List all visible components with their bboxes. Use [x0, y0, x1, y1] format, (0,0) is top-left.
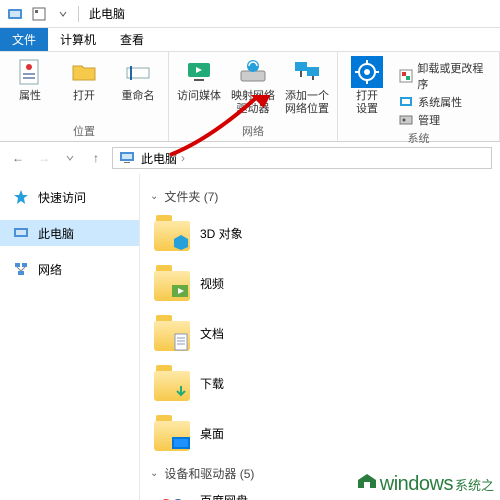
content-pane: ⌄ 文件夹 (7) 3D 对象 视频 [140, 174, 500, 500]
chevron-down-icon: ⌄ [150, 468, 158, 479]
system-actions-list: 卸载或更改程序 系统属性 管理 [398, 56, 491, 128]
folder-documents[interactable]: 文档 [150, 311, 310, 355]
folder-icon [154, 415, 190, 451]
properties-label: 属性 [19, 90, 41, 103]
open-button[interactable]: 打开 [62, 56, 106, 103]
tab-view[interactable]: 查看 [108, 28, 156, 51]
section-title: 设备和驱动器 (5) [164, 465, 254, 482]
open-settings-button[interactable]: 打开 设置 [346, 56, 388, 116]
ribbon: 属性 打开 重命名 位置 访问媒体 [0, 52, 500, 142]
baidu-netdisk-icon [154, 492, 190, 500]
drive-baidu[interactable]: 百度网盘 双击运行百度网盘 [150, 488, 350, 500]
uninstall-icon [398, 68, 413, 84]
ribbon-group-network: 访问媒体 映射网络 驱动器 添加一个 网络位置 网络 [169, 52, 338, 141]
folder-3d-objects[interactable]: 3D 对象 [150, 211, 310, 255]
qat-dropdown-icon[interactable] [52, 3, 74, 25]
nav-up-button[interactable]: ↑ [86, 148, 106, 168]
manage-item[interactable]: 管理 [398, 112, 491, 128]
window-title: 此电脑 [89, 5, 125, 22]
navigation-pane: 快速访问 此电脑 网络 [0, 174, 140, 500]
sidebar-quick-access[interactable]: 快速访问 [0, 184, 139, 210]
system-props-label: 系统属性 [418, 94, 462, 110]
qat-item-icon[interactable] [28, 3, 50, 25]
star-icon [12, 188, 30, 206]
properties-button[interactable]: 属性 [8, 56, 52, 103]
folder-icon [154, 265, 190, 301]
nav-recent-dropdown[interactable] [60, 148, 80, 168]
sidebar-network[interactable]: 网络 [0, 256, 139, 282]
sidebar-this-pc[interactable]: 此电脑 [0, 220, 139, 246]
map-drive-button[interactable]: 映射网络 驱动器 [231, 56, 275, 116]
watermark-brand: windows [380, 473, 453, 496]
folder-label: 3D 对象 [200, 225, 243, 242]
add-network-location-button[interactable]: 添加一个 网络位置 [285, 56, 329, 116]
ribbon-group-system: 打开 设置 卸载或更改程序 系统属性 管理 系统 [338, 52, 500, 141]
tab-file[interactable]: 文件 [0, 28, 48, 51]
folder-icon [154, 315, 190, 351]
group-label-location: 位置 [73, 123, 95, 139]
section-title: 文件夹 (7) [164, 188, 218, 205]
sidebar-item-label: 此电脑 [38, 225, 74, 242]
watermark-suffix: 系统之 [455, 475, 494, 494]
folder-label: 文档 [200, 325, 224, 342]
access-media-button[interactable]: 访问媒体 [177, 56, 221, 103]
properties-icon [14, 56, 46, 88]
chevron-right-icon: › [181, 151, 185, 165]
nav-back-button[interactable]: ← [8, 148, 28, 168]
add-network-icon [291, 56, 323, 88]
folder-label: 桌面 [200, 425, 224, 442]
explorer-body: 快速访问 此电脑 网络 ⌄ 文件夹 (7) 3D 对象 [0, 174, 500, 500]
chevron-down-icon: ⌄ [150, 191, 158, 202]
watermark-logo-icon [356, 468, 378, 490]
group-label-system: 系统 [408, 130, 430, 146]
address-field[interactable]: 此电脑 › [112, 147, 492, 169]
ribbon-tabs: 文件 计算机 查看 [0, 28, 500, 52]
manage-label: 管理 [418, 112, 440, 128]
sidebar-item-label: 网络 [38, 261, 62, 278]
folders-section-header[interactable]: ⌄ 文件夹 (7) [150, 188, 490, 205]
pc-icon [12, 224, 30, 242]
system-props-icon [398, 94, 414, 110]
nav-forward-button[interactable]: → [34, 148, 54, 168]
system-properties-item[interactable]: 系统属性 [398, 94, 491, 110]
group-label-network: 网络 [242, 123, 264, 139]
map-drive-icon [237, 56, 269, 88]
add-network-label: 添加一个 网络位置 [285, 90, 329, 116]
quick-access-toolbar [4, 3, 74, 25]
rename-button[interactable]: 重命名 [116, 56, 160, 103]
open-folder-icon [68, 56, 100, 88]
media-icon [183, 56, 215, 88]
folder-downloads[interactable]: 下载 [150, 361, 310, 405]
watermark: windows 系统之 [356, 468, 494, 496]
pc-icon [119, 149, 135, 168]
open-settings-label: 打开 设置 [356, 90, 378, 116]
title-bar: 此电脑 [0, 0, 500, 28]
folder-label: 下载 [200, 375, 224, 392]
drive-label: 百度网盘 [200, 492, 346, 500]
breadcrumb-label: 此电脑 [141, 150, 177, 167]
breadcrumb-root[interactable]: 此电脑 › [141, 150, 185, 167]
folder-desktop[interactable]: 桌面 [150, 411, 310, 455]
folder-icon [154, 215, 190, 251]
folder-label: 视频 [200, 275, 224, 292]
manage-icon [398, 112, 414, 128]
folders-grid: 3D 对象 视频 文档 [150, 211, 490, 455]
access-media-label: 访问媒体 [177, 90, 221, 103]
open-label: 打开 [73, 90, 95, 103]
separator [78, 6, 79, 22]
app-icon[interactable] [4, 3, 26, 25]
address-bar: ← → ↑ 此电脑 › [0, 142, 500, 174]
rename-label: 重命名 [122, 90, 155, 103]
settings-gear-icon [351, 56, 383, 88]
folder-icon [154, 365, 190, 401]
uninstall-programs-item[interactable]: 卸载或更改程序 [398, 60, 491, 92]
tab-computer[interactable]: 计算机 [48, 28, 108, 51]
map-drive-label: 映射网络 驱动器 [231, 90, 275, 116]
network-icon [12, 260, 30, 278]
uninstall-label: 卸载或更改程序 [417, 60, 491, 92]
sidebar-item-label: 快速访问 [38, 189, 86, 206]
ribbon-group-location: 属性 打开 重命名 位置 [0, 52, 169, 141]
folder-videos[interactable]: 视频 [150, 261, 310, 305]
rename-icon [122, 56, 154, 88]
